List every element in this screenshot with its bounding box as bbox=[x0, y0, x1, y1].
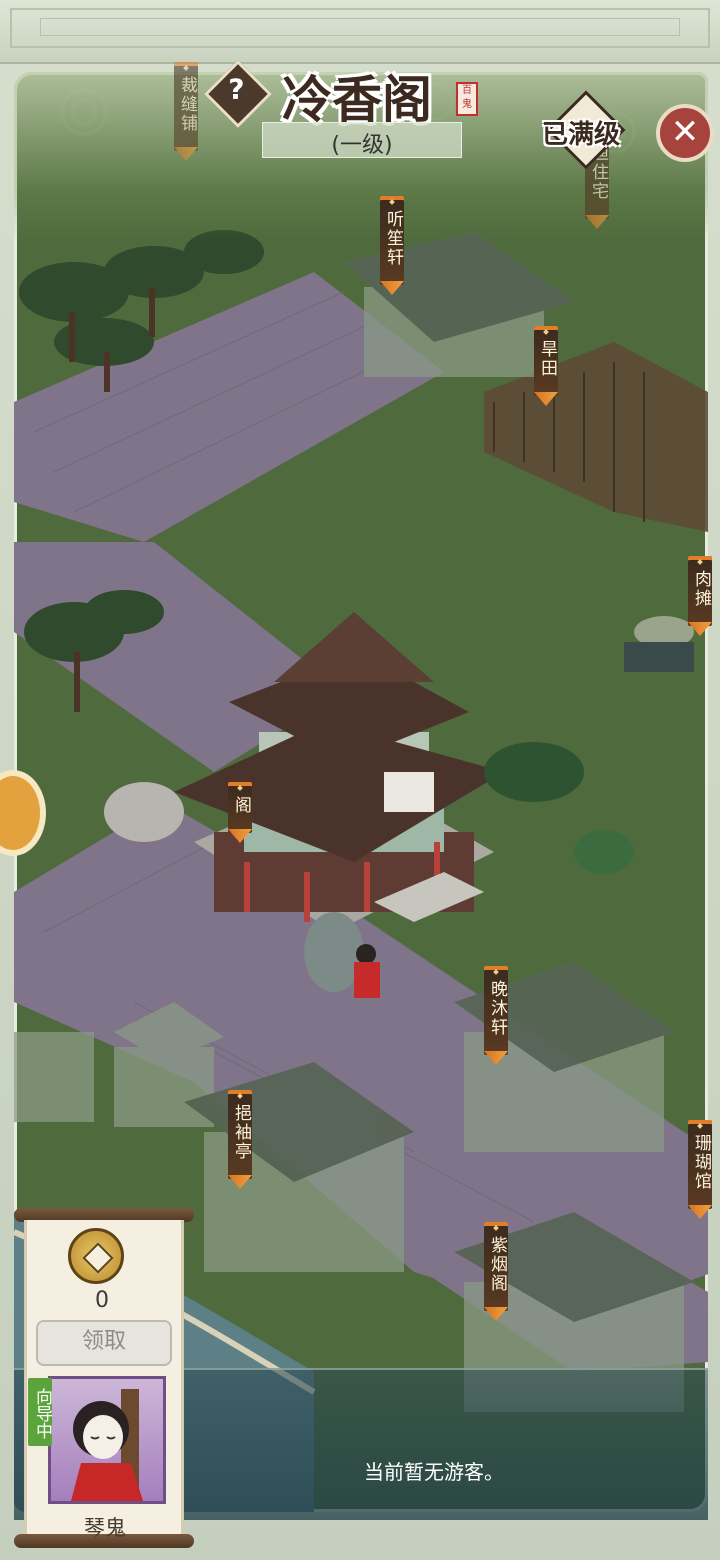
guide-name: 琴鬼 bbox=[84, 1516, 126, 1540]
title-seal: 百鬼 bbox=[456, 82, 478, 116]
coin-count: 0 bbox=[95, 1288, 109, 1313]
building-label-coral[interactable]: 珊瑚馆 bbox=[688, 1120, 712, 1209]
claim-button[interactable]: 领取 bbox=[36, 1320, 172, 1366]
visitor-status: 当前暂无游客。 bbox=[364, 1460, 504, 1484]
building-label-ziyan[interactable]: 紫烟阁 bbox=[484, 1222, 508, 1311]
building-label-dry-field[interactable]: 旱田 bbox=[534, 326, 558, 396]
coin-icon bbox=[68, 1228, 124, 1284]
game-screen: 裁缝铺 渔住宅 听笙轩 旱田 肉摊 阁 晚沐轩 挹袖亭 珊瑚馆 紫烟阁 当前暂无… bbox=[0, 0, 720, 1560]
building-label-meat-stall[interactable]: 肉摊 bbox=[688, 556, 712, 626]
guide-status-tag: 向导中 bbox=[28, 1378, 52, 1446]
level-bar: (一级) bbox=[262, 122, 462, 158]
close-button[interactable]: ✕ bbox=[656, 104, 714, 162]
max-level-text: 已满级 bbox=[542, 120, 621, 150]
building-label-wanmu[interactable]: 晚沐轩 bbox=[484, 966, 508, 1055]
building-label-yixiu[interactable]: 挹袖亭 bbox=[228, 1090, 252, 1179]
building-label-tailor[interactable]: 裁缝铺 bbox=[174, 62, 198, 151]
question-icon: ? bbox=[228, 72, 245, 106]
max-level-badge: 已满级 bbox=[542, 90, 628, 170]
guide-portrait bbox=[71, 1389, 143, 1501]
close-icon: ✕ bbox=[670, 112, 700, 152]
building-label-tingsheng[interactable]: 听笙轩 bbox=[380, 196, 404, 285]
guide-avatar[interactable] bbox=[48, 1376, 166, 1504]
building-label-pavilion[interactable]: 阁 bbox=[228, 782, 252, 833]
building-level: (一级) bbox=[331, 133, 393, 158]
top-frame bbox=[0, 0, 720, 64]
top-frame-inner-border bbox=[40, 18, 680, 36]
